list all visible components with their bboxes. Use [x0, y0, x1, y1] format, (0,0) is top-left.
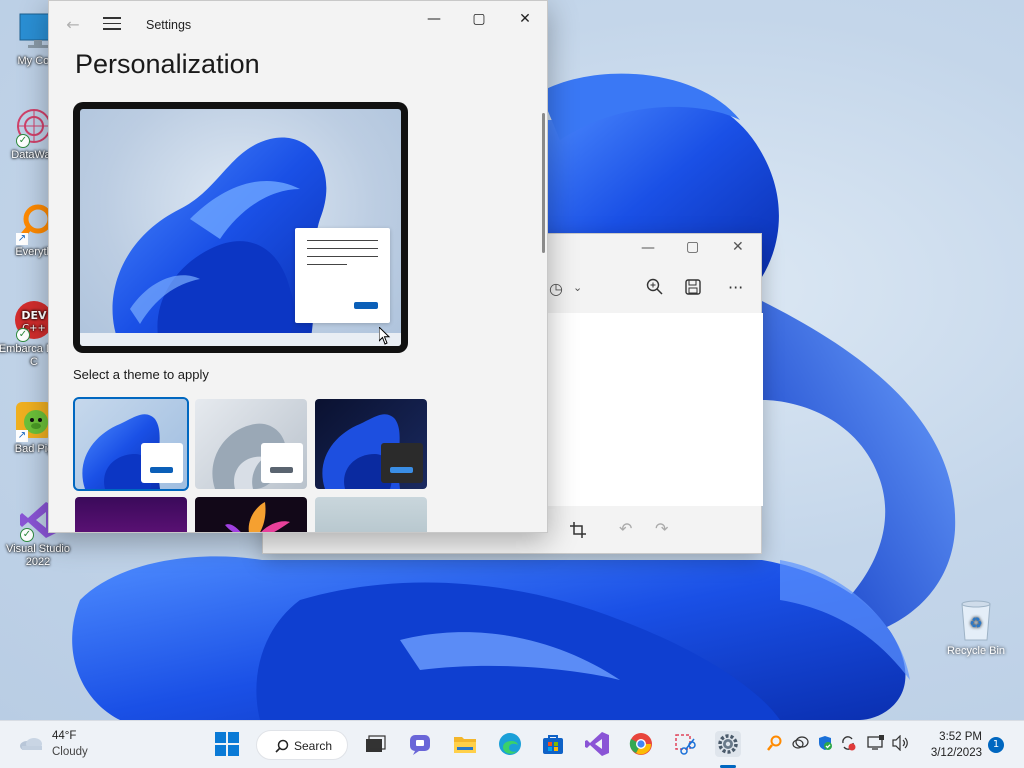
clock-date: 3/12/2023	[930, 747, 982, 759]
snip-close-button[interactable]: ✕	[732, 239, 744, 255]
windows-logo-icon	[215, 732, 239, 756]
preview-taskbar	[80, 333, 401, 346]
theme-glow-light[interactable]	[195, 399, 307, 489]
sync-check-icon: ✓	[16, 134, 30, 148]
onedrive-cloud-icon[interactable]	[791, 735, 809, 753]
snipping-tool-icon[interactable]	[672, 731, 698, 757]
taskbar-search[interactable]: Search	[256, 730, 348, 760]
redo-icon[interactable]: ↷	[655, 519, 668, 538]
minimize-button[interactable]: —	[418, 9, 450, 29]
store-icon[interactable]	[540, 731, 566, 757]
theme-purple[interactable]	[75, 497, 187, 532]
security-shield-icon[interactable]	[817, 735, 833, 755]
settings-titlebar[interactable]: ← Settings — ▢ ✕	[49, 1, 547, 49]
notification-badge[interactable]: 1	[988, 737, 1004, 753]
sync-check-icon: ✓	[20, 528, 34, 542]
search-label: Search	[294, 739, 333, 753]
save-icon[interactable]	[685, 279, 701, 299]
snip-minimize-button[interactable]: —	[641, 240, 655, 256]
page-title: Personalization	[75, 49, 260, 79]
more-options-icon[interactable]: ···	[728, 278, 743, 297]
recycle-bin-icon: ♻	[961, 600, 991, 641]
hamburger-menu-icon[interactable]	[103, 17, 121, 31]
back-arrow-icon[interactable]: ←	[63, 15, 83, 35]
clock-time: 3:52 PM	[939, 731, 982, 743]
maximize-button[interactable]: ▢	[463, 9, 495, 29]
update-sync-icon[interactable]	[840, 735, 856, 755]
cloud-icon	[20, 738, 42, 750]
settings-gear-icon[interactable]	[715, 731, 741, 757]
weather-condition: Cloudy	[52, 746, 88, 758]
chevron-down-icon[interactable]: ⌄	[573, 281, 582, 294]
mouse-cursor-icon	[379, 327, 391, 345]
snip-maximize-button[interactable]: ▢	[686, 239, 699, 255]
file-explorer-icon[interactable]	[452, 731, 478, 757]
delay-clock-icon[interactable]: ◷	[549, 279, 563, 298]
weather-temp: 44°F	[52, 730, 77, 742]
desktop-icon-label: Recycle Bin	[946, 645, 1006, 657]
preview-screen	[80, 109, 401, 346]
desktop-icon-label: Visual Studio 2022	[5, 543, 70, 568]
start-button[interactable]	[214, 731, 240, 757]
undo-icon[interactable]: ↶	[619, 519, 632, 538]
volume-icon[interactable]	[892, 734, 910, 755]
theme-windows-light[interactable]	[73, 397, 189, 491]
svg-text:♻: ♻	[969, 614, 982, 632]
settings-scrollbar[interactable]	[542, 113, 545, 253]
preview-dialog	[295, 228, 390, 323]
taskbar-clock[interactable]: 3:52 PM 3/12/2023	[920, 729, 982, 761]
edge-browser-icon[interactable]	[497, 731, 523, 757]
task-view-icon[interactable]	[362, 731, 388, 757]
theme-landscape[interactable]	[315, 497, 427, 532]
theme-flower[interactable]	[195, 497, 307, 532]
window-title: Settings	[146, 18, 192, 32]
visual-studio-taskbar-icon[interactable]	[584, 731, 610, 757]
close-button[interactable]: ✕	[509, 9, 541, 29]
theme-windows-dark[interactable]	[315, 399, 427, 489]
section-label: Select a theme to apply	[73, 367, 209, 382]
shortcut-arrow-icon: ↗	[16, 233, 28, 245]
svg-text:DEV: DEV	[21, 309, 47, 322]
theme-preview	[73, 102, 408, 353]
desktop-icon-recycle-bin[interactable]: ♻ Recycle Bin	[940, 598, 1012, 657]
teams-chat-icon[interactable]	[407, 731, 433, 757]
zoom-in-icon[interactable]	[646, 278, 664, 300]
chrome-icon[interactable]	[628, 731, 654, 757]
preview-ok-button	[354, 302, 378, 309]
taskbar[interactable]: 44°F Cloudy Search 3:52 PM 3/12/2023 1	[0, 720, 1024, 768]
sync-check-icon: ✓	[16, 328, 30, 342]
settings-window[interactable]: ← Settings — ▢ ✕ Personalization Select …	[48, 0, 548, 533]
everything-tray-icon[interactable]	[766, 735, 782, 755]
network-monitor-icon[interactable]	[867, 735, 885, 755]
shortcut-arrow-icon: ↗	[16, 430, 28, 442]
crop-icon[interactable]	[570, 522, 586, 542]
search-icon	[275, 739, 289, 753]
